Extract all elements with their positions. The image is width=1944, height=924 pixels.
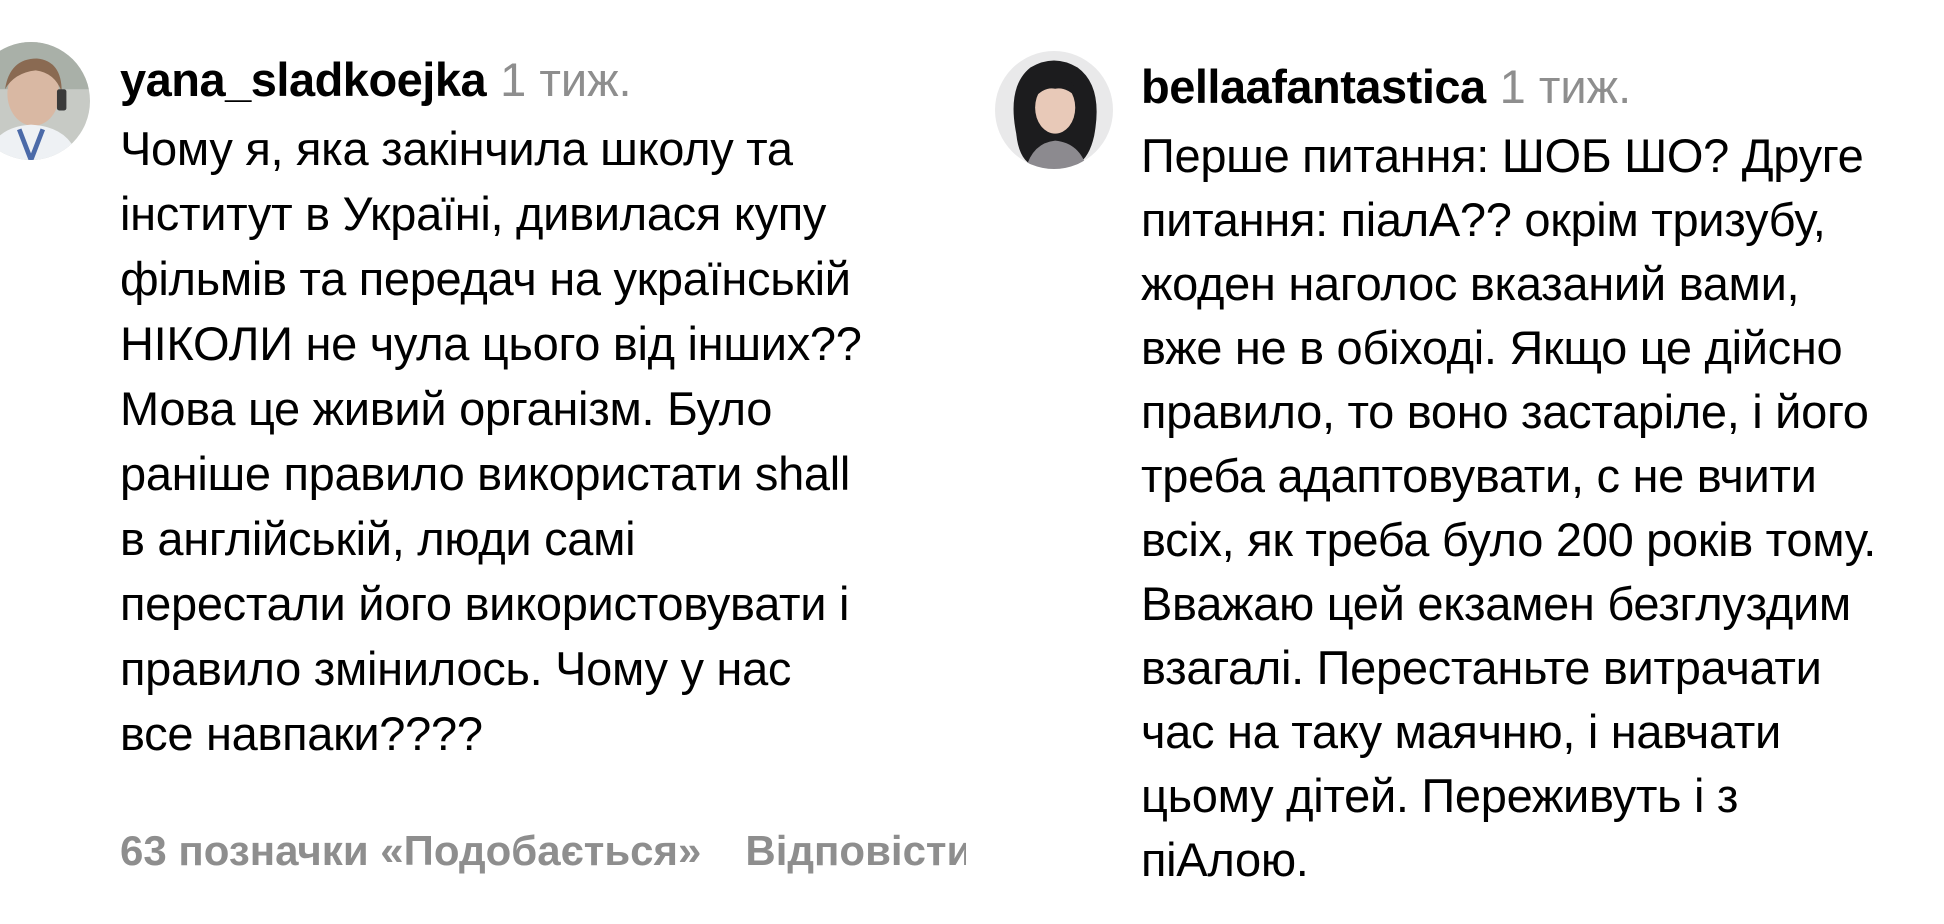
avatar[interactable] — [0, 42, 90, 160]
comment-text: Чому я, яка закінчила школу та інститут … — [120, 122, 862, 760]
comment-header: bellaafantastica 1 тиж. — [1141, 59, 1631, 115]
comment-username[interactable]: bellaafantastica — [1141, 60, 1486, 113]
comment-header: yana_sladkoejka 1 тиж. — [120, 52, 632, 108]
comment-yana-sladkoejka: yana_sladkoejka 1 тиж. Чому я, яка закінч… — [0, 0, 990, 924]
likes-count-button[interactable]: 63 позначки «Подобається» — [120, 824, 701, 878]
avatar-photo-icon — [995, 51, 1113, 169]
avatar-photo-icon — [0, 42, 90, 160]
comment-time[interactable]: 1 тиж. — [500, 53, 631, 106]
reply-button[interactable]: Відповісти — [745, 824, 966, 878]
comment-text: Перше питання: ШОБ ШО? Друге питання: пі… — [1141, 129, 1877, 886]
avatar[interactable] — [995, 51, 1113, 169]
comment-actions: 63 позначки «Подобається» Відповісти — [120, 824, 966, 878]
comment-username[interactable]: yana_sladkoejka — [120, 53, 487, 106]
comment-bellaafantastica: bellaafantastica 1 тиж. Перше питання: ШО… — [990, 0, 1944, 924]
comment-time[interactable]: 1 тиж. — [1500, 60, 1631, 113]
